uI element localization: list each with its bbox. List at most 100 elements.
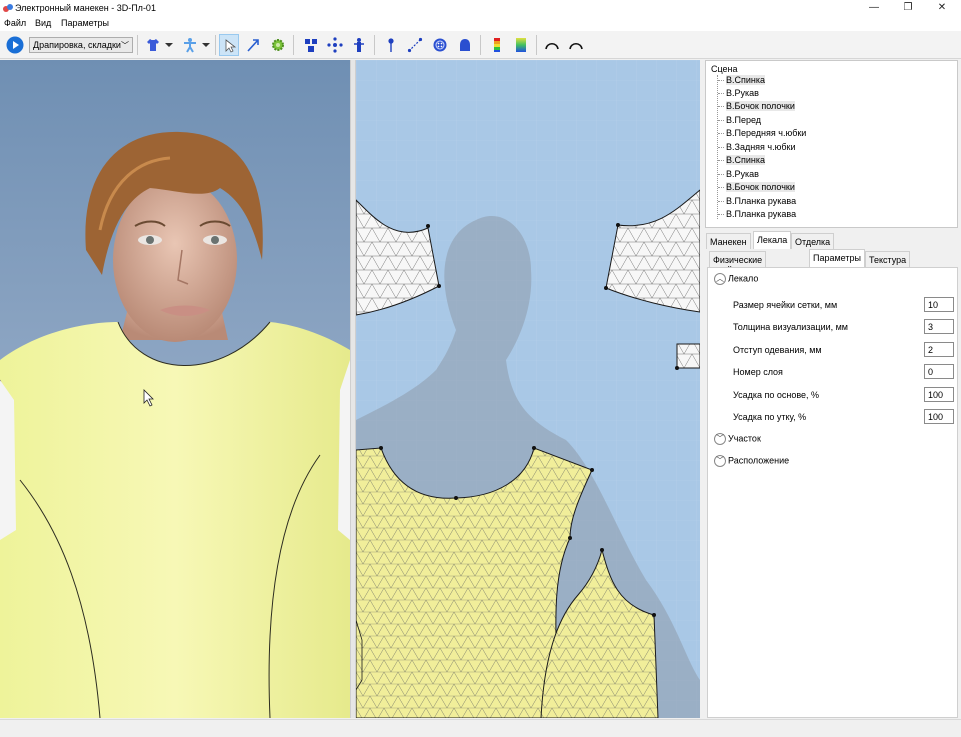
tree-item-label: В.Планка рукава (726, 209, 797, 219)
tree-item[interactable]: В.Бочок полочки (718, 101, 795, 111)
tree-item[interactable]: В.Перед (718, 115, 761, 125)
status-bar (0, 719, 961, 737)
tree-item[interactable]: В.Задняя ч.юбки (718, 142, 795, 152)
arrow-diagonal-icon (247, 39, 259, 52)
mesh-size-label: Размер ячейки сетки, мм (733, 300, 838, 310)
pin-tool-button[interactable] (381, 34, 401, 56)
window-title: Электронный манекен - 3D-Пл-01 (15, 3, 156, 13)
redo-arc-icon (569, 42, 583, 50)
section-pattern-label: Лекало (728, 273, 759, 284)
tree-item[interactable]: В.Рукав (718, 169, 759, 179)
pattern-layout-render (356, 60, 700, 718)
bell-shape-icon (460, 39, 470, 51)
render-thickness-label: Толщина визуализации, мм (733, 322, 848, 332)
viewport-2d-pattern[interactable] (356, 60, 700, 718)
color-scale-icon (494, 38, 500, 52)
right-panel: Сцена В.Спинка В.Рукав В.Бочок полочки В… (703, 60, 958, 718)
tree-item-label: В.Рукав (726, 88, 759, 98)
tree-item[interactable]: В.Передняя ч.юбки (718, 128, 806, 138)
minimize-button[interactable]: — (857, 0, 891, 16)
maximize-button[interactable]: ❐ (891, 0, 925, 16)
tab-parameters[interactable]: Параметры (809, 249, 865, 267)
app-icon (3, 4, 13, 12)
tab-patterns[interactable]: Лекала (753, 231, 792, 249)
weft-shrinkage-input[interactable]: 100 (924, 409, 954, 424)
viewport-3d[interactable] (0, 60, 350, 718)
menu-file[interactable]: Файл (4, 18, 26, 28)
section-pattern[interactable]: ︿ Лекало (714, 273, 758, 285)
tree-item[interactable]: В.Бочок полочки (718, 182, 795, 192)
toolbar-separator (137, 35, 138, 55)
body-tool-button[interactable] (349, 34, 369, 56)
toolbar-separator (374, 35, 375, 55)
undo-arc-icon (545, 42, 559, 50)
mannequin-dropdown[interactable] (200, 34, 212, 56)
move-tool-button[interactable] (243, 34, 263, 56)
gear-icon (272, 39, 284, 51)
tab-finishing[interactable]: Отделка (791, 233, 835, 249)
dressing-offset-label: Отступ одевания, мм (733, 345, 822, 355)
settings-tool-button[interactable] (268, 34, 288, 56)
collapse-icon: ︿ (714, 273, 726, 285)
points-grid-icon (305, 39, 317, 52)
nodes-tool-button[interactable] (325, 34, 345, 56)
expand-icon: ﹀ (714, 433, 726, 445)
layer-number-input[interactable]: 0 (924, 364, 954, 379)
menu-parameters[interactable]: Параметры (61, 18, 109, 28)
dressing-offset-input[interactable]: 2 (924, 342, 954, 357)
close-button[interactable]: ✕ (925, 0, 959, 16)
section-region-label: Участок (728, 433, 761, 444)
mode-select-value: Драпировка, складки (33, 40, 121, 50)
layer-number-label: Номер слоя (733, 367, 783, 377)
points-tool-button[interactable] (301, 34, 321, 56)
tree-item-label: В.Рукав (726, 169, 759, 179)
tree-item[interactable]: В.Рукав (718, 88, 759, 98)
mannequin-3d-render (0, 131, 350, 718)
tree-item-label: В.Планка рукава (726, 196, 797, 206)
mannequin-button[interactable] (180, 34, 200, 56)
pin-icon (388, 38, 394, 52)
toolbar-separator (480, 35, 481, 55)
tab-texture[interactable]: Текстура (865, 251, 911, 267)
scene-tree[interactable]: Сцена В.Спинка В.Рукав В.Бочок полочки В… (705, 60, 958, 228)
shape-tool-button[interactable] (455, 34, 475, 56)
sewing-button-icon (433, 38, 447, 52)
tab-mannequin[interactable]: Манекен (706, 233, 751, 249)
properties-panel: ︿ Лекало Размер ячейки сетки, мм 10 Толщи… (707, 267, 958, 718)
section-region[interactable]: ﹀ Участок (714, 433, 761, 445)
select-tool-button[interactable] (219, 34, 239, 56)
tree-item-label: В.Задняя ч.юбки (726, 142, 796, 152)
tree-item[interactable]: В.Спинка (718, 155, 766, 165)
toolbar-separator (215, 35, 216, 55)
gradient-map-icon (516, 38, 526, 52)
chevron-down-icon: ﹀ (121, 41, 129, 50)
warp-shrinkage-label: Усадка по основе, % (733, 390, 820, 400)
render-thickness-input[interactable]: 3 (924, 319, 954, 334)
figure-icon (354, 38, 364, 52)
mesh-size-input[interactable]: 10 (924, 297, 954, 312)
garment-button[interactable] (143, 34, 163, 56)
tree-root-scene[interactable]: Сцена (711, 64, 738, 74)
warp-shrinkage-input[interactable]: 100 (924, 387, 954, 402)
gradient-map-button[interactable] (511, 34, 531, 56)
toolbar: Драпировка, складки ﹀ (0, 31, 961, 59)
tree-item-label: В.Бочок полочки (726, 182, 795, 192)
shirt-icon (147, 39, 159, 51)
redo-button[interactable] (566, 34, 586, 56)
tree-item[interactable]: В.Спинка (718, 75, 766, 85)
tree-item[interactable]: В.Планка рукава (718, 209, 796, 219)
menu-view[interactable]: Вид (35, 18, 51, 28)
play-button[interactable] (6, 34, 26, 56)
tree-item[interactable]: В.Планка рукава (718, 196, 796, 206)
garment-dropdown[interactable] (163, 34, 175, 56)
tab-physical-properties[interactable]: Физические свойства (709, 251, 767, 275)
button-tool-button[interactable] (430, 34, 450, 56)
cursor-icon (225, 39, 237, 53)
mode-select[interactable]: Драпировка, складки ﹀ (29, 37, 133, 53)
measure-tool-button[interactable] (405, 34, 425, 56)
title-bar: Электронный манекен - 3D-Пл-01 — ❐ ✕ (0, 0, 961, 16)
undo-button[interactable] (542, 34, 562, 56)
section-placement[interactable]: ﹀ Расположение (714, 455, 789, 467)
tree-item-label: В.Спинка (726, 155, 766, 165)
tension-map-button[interactable] (487, 34, 507, 56)
